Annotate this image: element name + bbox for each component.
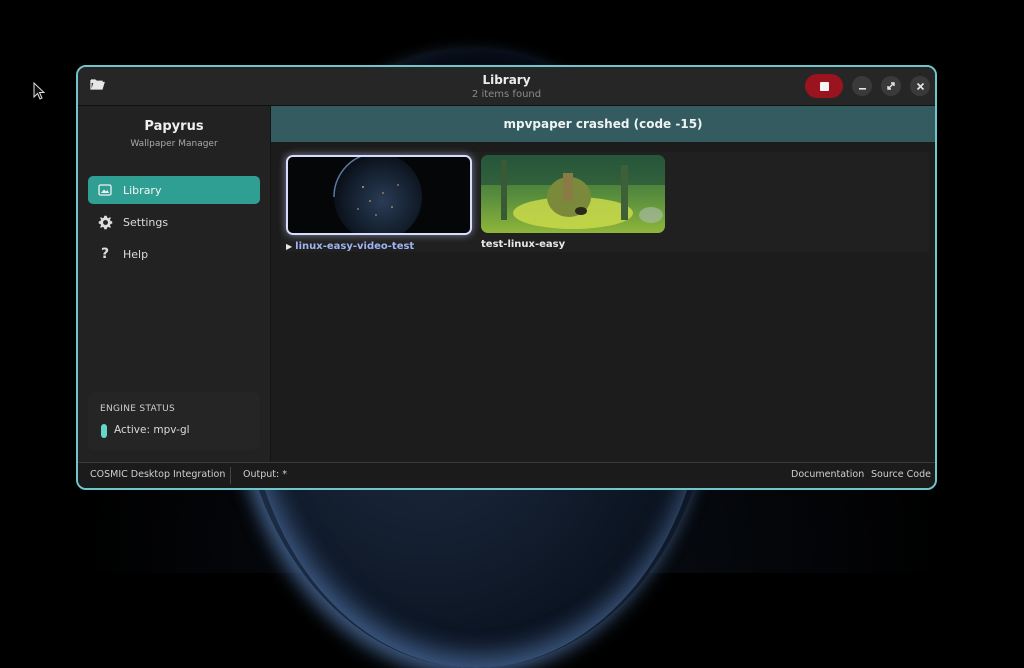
minimize-button[interactable]: [852, 76, 872, 96]
library-grid: ▶ linux-easy-video-test test-linux-easy: [271, 142, 935, 463]
app-name: Papyrus: [144, 119, 204, 134]
wallpaper-card[interactable]: test-linux-easy: [481, 155, 667, 250]
sidebar-item-label: Help: [123, 247, 149, 261]
forest-thumbnail-image: [481, 155, 665, 233]
source-code-link[interactable]: Source Code: [871, 469, 931, 480]
sidebar-item-label: Library: [123, 183, 162, 197]
documentation-link[interactable]: Documentation: [791, 469, 864, 480]
app-window: Library 2 items found Papyrus Wallpaper …: [76, 65, 937, 490]
mouse-cursor-icon: [33, 82, 45, 100]
output-selector[interactable]: Output: *: [243, 469, 287, 480]
sidebar-item-library[interactable]: Library: [88, 176, 260, 204]
title-bar[interactable]: Library 2 items found: [78, 67, 935, 106]
wallpaper-thumbnail[interactable]: [481, 155, 665, 233]
wallpaper-card[interactable]: ▶ linux-easy-video-test: [286, 155, 472, 252]
engine-status-panel: ENGINE STATUS Active: mpv-gl: [88, 392, 260, 450]
earth-thumbnail-image: [288, 157, 470, 233]
sidebar: Papyrus Wallpaper Manager Library Settin…: [78, 106, 271, 463]
sidebar-item-label: Settings: [123, 215, 169, 229]
gear-icon: [97, 215, 113, 230]
status-indicator: [101, 424, 107, 438]
engine-status-title: ENGINE STATUS: [100, 404, 175, 414]
close-button[interactable]: [910, 76, 930, 96]
wallpaper-label: test-linux-easy: [481, 239, 566, 250]
image-icon: [97, 184, 113, 196]
play-icon: ▶: [286, 242, 293, 251]
question-icon: ?: [100, 246, 110, 262]
wallpaper-thumbnail[interactable]: [286, 155, 472, 235]
stop-engine-button[interactable]: [805, 74, 843, 98]
minimize-icon: [858, 87, 866, 90]
engine-status-value: Active: mpv-gl: [114, 424, 190, 436]
sidebar-item-help[interactable]: ? Help: [88, 240, 260, 268]
sidebar-item-settings[interactable]: Settings: [88, 208, 260, 236]
integration-label: COSMIC Desktop Integration: [90, 469, 226, 480]
maximize-icon: [887, 82, 895, 90]
error-banner: mpvpaper crashed (code -15): [271, 106, 935, 142]
error-message: mpvpaper crashed (code -15): [503, 117, 703, 131]
footer-divider: [230, 467, 231, 484]
stop-icon: [819, 81, 829, 91]
maximize-button[interactable]: [881, 76, 901, 96]
wallpaper-label: ▶ linux-easy-video-test: [286, 241, 415, 252]
app-subtitle: Wallpaper Manager: [130, 139, 218, 149]
status-bar: COSMIC Desktop Integration Output: * Doc…: [78, 462, 935, 488]
close-icon: [916, 82, 924, 90]
